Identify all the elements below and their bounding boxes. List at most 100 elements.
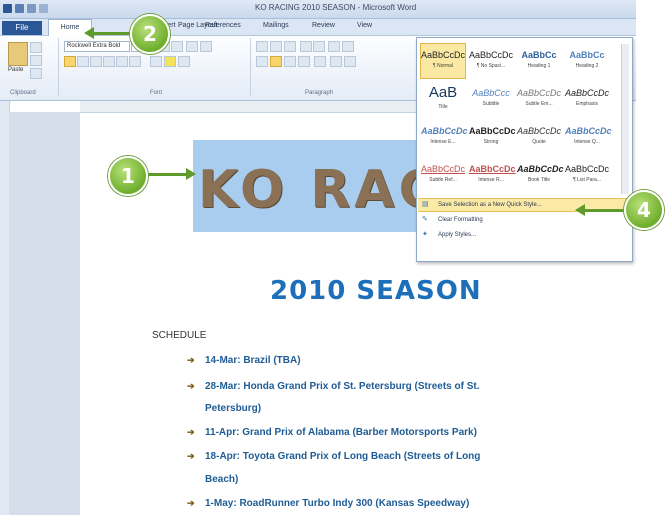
- save-icon[interactable]: [15, 4, 24, 13]
- style-sample: AaBbCcDc: [421, 126, 468, 136]
- style-name: ¶ List Para...: [573, 177, 601, 183]
- line-spacing-icon[interactable]: [314, 56, 326, 67]
- document-heading[interactable]: KO RAC: [198, 160, 441, 220]
- text-effects-icon[interactable]: [150, 56, 162, 67]
- style-intense-quote[interactable]: AaBbCcDc Intense Q...: [565, 120, 612, 154]
- style-intense-emphasis[interactable]: AaBbCcDc Intense E...: [421, 120, 468, 154]
- clear-formatting-item[interactable]: ✎ Clear Formatting: [418, 214, 631, 226]
- show-formatting-icon[interactable]: [342, 41, 354, 52]
- align-right-icon[interactable]: [284, 56, 296, 67]
- style-strong[interactable]: AaBbCcDc Strong: [469, 120, 516, 154]
- increase-indent-icon[interactable]: [313, 41, 325, 52]
- bullet-icon: ➔: [187, 355, 195, 365]
- schedule-item-continuation[interactable]: Beach): [205, 474, 238, 485]
- numbering-icon[interactable]: [270, 41, 282, 52]
- word-app-icon[interactable]: [3, 4, 12, 13]
- paste-icon[interactable]: [8, 42, 28, 66]
- quick-styles-gallery[interactable]: AaBbCcDc ¶ Normal AaBbCcDc ¶ No Spaci...…: [416, 37, 633, 262]
- schedule-label[interactable]: SCHEDULE: [152, 330, 206, 341]
- format-painter-icon[interactable]: [30, 68, 42, 79]
- schedule-item-text: 1-May: RoadRunner Turbo Indy 300 (Kansas…: [205, 498, 470, 509]
- schedule-item-text: 28-Mar: Honda Grand Prix of St. Petersbu…: [205, 381, 480, 392]
- season-title[interactable]: 2010 SEASON: [270, 276, 482, 306]
- italic-icon[interactable]: [77, 56, 89, 67]
- shrink-font-icon[interactable]: [171, 41, 183, 52]
- menu-item-label: Save Selection as a New Quick Style...: [438, 202, 542, 208]
- horizontal-ruler[interactable]: [80, 101, 416, 113]
- style-name: Book Title: [528, 177, 550, 183]
- schedule-item-text: 18-Apr: Toyota Grand Prix of Long Beach …: [205, 451, 481, 462]
- align-center-icon[interactable]: [270, 56, 282, 67]
- style-heading-2[interactable]: AaBbCc Heading 2: [565, 44, 609, 78]
- style-name: Strong: [483, 139, 499, 145]
- style-sample: AaBbCcDc: [565, 126, 612, 136]
- tab-view[interactable]: View: [357, 22, 372, 29]
- style-book-title[interactable]: AaBbCcDc Book Title: [517, 158, 564, 192]
- style-sample: AaBbCcDc: [517, 126, 562, 136]
- bold-icon[interactable]: [64, 56, 76, 67]
- style-heading-1[interactable]: AaBbCc Heading 1: [517, 44, 561, 78]
- save-style-icon: ▤: [422, 201, 429, 208]
- style-emphasis[interactable]: AaBbCcDc Emphasis: [565, 82, 609, 116]
- style-name: Quote: [532, 139, 546, 145]
- font-group-label: Font: [150, 90, 163, 96]
- copy-icon[interactable]: [30, 55, 42, 66]
- clear-formatting-icon: ✎: [422, 216, 428, 223]
- clear-format-icon[interactable]: [200, 41, 212, 52]
- highlight-color-icon[interactable]: [164, 56, 176, 67]
- strikethrough-icon[interactable]: [103, 56, 115, 67]
- style-no-spacing[interactable]: AaBbCcDc ¶ No Spaci...: [469, 44, 513, 78]
- style-sample: AaBbCcDc: [517, 88, 562, 98]
- style-sample: AaBbCcc: [472, 88, 510, 98]
- undo-icon[interactable]: [27, 4, 36, 13]
- style-subtitle[interactable]: AaBbCcc Subtitle: [469, 82, 513, 116]
- font-color-icon[interactable]: [178, 56, 190, 67]
- shading-icon[interactable]: [330, 56, 342, 67]
- style-name: Intense R...: [478, 177, 504, 183]
- style-sample: AaBbCcDc: [469, 126, 516, 136]
- decrease-indent-icon[interactable]: [300, 41, 312, 52]
- align-left-icon[interactable]: [256, 56, 268, 67]
- justify-icon[interactable]: [298, 56, 310, 67]
- schedule-item-continuation[interactable]: Petersburg): [205, 403, 261, 414]
- style-sample: AaBbCcDc: [469, 164, 516, 174]
- gallery-scrollbar[interactable]: [621, 44, 629, 194]
- underline-icon[interactable]: [90, 56, 102, 67]
- tab-references[interactable]: References: [205, 22, 241, 29]
- redo-icon[interactable]: [39, 4, 48, 13]
- multilevel-list-icon[interactable]: [284, 41, 296, 52]
- paste-button-label[interactable]: Paste: [8, 67, 23, 73]
- sort-icon[interactable]: [328, 41, 340, 52]
- menu-item-label: Clear Formatting: [438, 217, 483, 223]
- apply-styles-icon: ✦: [422, 231, 428, 238]
- style-subtle-reference[interactable]: AaBbCcDc Subtle Ref...: [421, 158, 465, 192]
- tab-review[interactable]: Review: [312, 22, 335, 29]
- change-case-icon[interactable]: [186, 41, 198, 52]
- style-sample: AaBbCcDc: [565, 88, 610, 98]
- bullet-icon: ➔: [187, 427, 195, 437]
- style-quote[interactable]: AaBbCcDc Quote: [517, 120, 561, 154]
- style-name: Title: [438, 104, 448, 110]
- style-list-paragraph[interactable]: AaBbCcDc ¶ List Para...: [565, 158, 609, 192]
- style-normal[interactable]: AaBbCcDc ¶ Normal: [420, 43, 466, 79]
- bullets-icon[interactable]: [256, 41, 268, 52]
- superscript-icon[interactable]: [129, 56, 141, 67]
- paragraph-group-label: Paragraph: [305, 90, 334, 96]
- step-callout-1: 1: [108, 156, 148, 196]
- apply-styles-item[interactable]: ✦ Apply Styles...: [418, 229, 631, 241]
- bullet-icon: ➔: [187, 498, 195, 508]
- subscript-icon[interactable]: [116, 56, 128, 67]
- style-name: ¶ Normal: [432, 63, 454, 69]
- style-subtle-emphasis[interactable]: AaBbCcDc Subtle Em...: [517, 82, 561, 116]
- step-callout-4: 4: [624, 190, 664, 230]
- borders-icon[interactable]: [344, 56, 356, 67]
- schedule-item-text: 11-Apr: Grand Prix of Alabama (Barber Mo…: [205, 427, 477, 438]
- tab-file[interactable]: File: [2, 21, 42, 35]
- window-title: KO RACING 2010 SEASON - Microsoft Word: [255, 3, 417, 12]
- style-intense-reference[interactable]: AaBbCcDc Intense R...: [469, 158, 516, 192]
- font-name-box[interactable]: Rockwell Extra Bold: [64, 41, 130, 52]
- style-title[interactable]: AaB Title: [421, 82, 465, 116]
- tab-mailings[interactable]: Mailings: [263, 22, 289, 29]
- style-name: Intense E...: [430, 139, 456, 145]
- cut-icon[interactable]: [30, 42, 42, 53]
